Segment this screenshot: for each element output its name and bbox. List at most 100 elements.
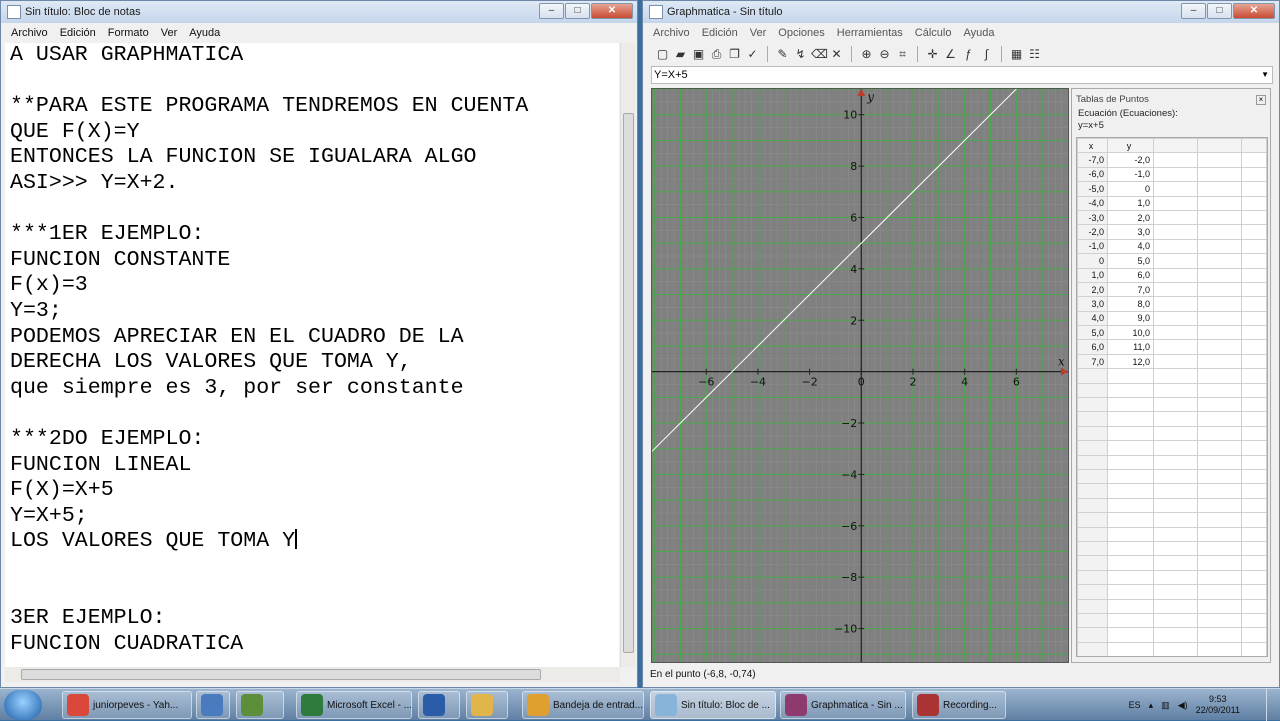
coordinate-cursor-icon[interactable]: ✛ <box>925 47 940 62</box>
graphmatica-menu-archivo[interactable]: Archivo <box>647 27 696 39</box>
table-row[interactable]: -5,0 0 <box>1077 181 1267 197</box>
table-points-icon[interactable]: ☷ <box>1027 47 1042 62</box>
minimize-button[interactable]: – <box>539 3 564 19</box>
graphmatica-menu-ayuda[interactable]: Ayuda <box>957 27 1000 39</box>
taskbar-item[interactable]: Recording... <box>912 691 1006 719</box>
taskbar-item[interactable]: juniorpeves - Yah... <box>62 691 192 719</box>
close-button[interactable]: ✕ <box>1233 3 1275 19</box>
taskbar-item[interactable]: Sin título: Bloc de ... <box>650 691 776 719</box>
scrollbar-thumb[interactable] <box>623 113 634 653</box>
clock[interactable]: 9:53 22/09/2011 <box>1196 694 1240 716</box>
table-row[interactable] <box>1077 425 1267 442</box>
maximize-button[interactable]: □ <box>1207 3 1232 19</box>
notepad-menu-edicion[interactable]: Edición <box>54 27 102 39</box>
table-row[interactable]: 2,0 7,0 <box>1077 281 1267 298</box>
table-row[interactable] <box>1077 368 1267 384</box>
check-icon[interactable]: ✓ <box>745 47 760 62</box>
table-row[interactable] <box>1077 641 1267 656</box>
chevron-down-icon[interactable]: ▼ <box>1261 67 1269 83</box>
table-row[interactable]: -3,0 2,0 <box>1077 209 1267 226</box>
save-icon[interactable]: ▣ <box>691 47 706 62</box>
taskbar-item[interactable]: Graphmatica - Sin ... <box>780 691 906 719</box>
close-button[interactable]: ✕ <box>591 3 633 19</box>
graphmatica-titlebar[interactable]: Graphmatica - Sin título – □ ✕ <box>643 1 1279 23</box>
grid-toggle-icon[interactable]: ▦ <box>1009 47 1024 62</box>
table-row[interactable]: -1,0 4,0 <box>1077 238 1267 255</box>
redraw-icon[interactable]: ↯ <box>793 47 808 62</box>
table-row[interactable] <box>1077 569 1267 586</box>
start-button[interactable] <box>4 690 42 720</box>
table-row[interactable]: -4,0 1,0 <box>1077 195 1267 211</box>
zoom-in-icon[interactable]: ⊕ <box>859 47 874 62</box>
taskbar-item[interactable]: Microsoft Excel - ... <box>296 691 412 719</box>
table-row[interactable]: -2,0 3,0 <box>1077 224 1267 240</box>
table-row[interactable]: 5,0 10,0 <box>1077 325 1267 341</box>
table-row[interactable] <box>1077 397 1267 413</box>
maximize-button[interactable]: □ <box>565 3 590 19</box>
graph-icon[interactable]: ✎ <box>775 47 790 62</box>
notepad-menu-ver[interactable]: Ver <box>155 27 184 39</box>
table-row[interactable]: 7,0 12,0 <box>1077 353 1267 370</box>
new-file-icon[interactable]: ▢ <box>655 47 670 62</box>
equation-input[interactable]: Y=X+5 ▼ <box>651 66 1273 84</box>
copy-icon[interactable]: ❐ <box>727 47 742 62</box>
taskbar-item[interactable] <box>236 691 284 719</box>
table-row[interactable] <box>1077 440 1267 456</box>
table-row[interactable] <box>1077 526 1267 542</box>
table-row[interactable] <box>1077 411 1267 427</box>
graphmatica-menu-edicion[interactable]: Edición <box>696 27 744 39</box>
language-indicator[interactable]: ES <box>1129 700 1141 710</box>
table-row[interactable] <box>1077 483 1267 499</box>
table-row[interactable] <box>1077 468 1267 485</box>
integral-icon[interactable]: ∫ <box>979 47 994 62</box>
tangent-icon[interactable]: ∠ <box>943 47 958 62</box>
table-row[interactable]: 1,0 6,0 <box>1077 267 1267 283</box>
taskbar-item[interactable] <box>466 691 508 719</box>
table-row[interactable] <box>1077 512 1267 528</box>
table-row[interactable]: 3,0 8,0 <box>1077 296 1267 312</box>
table-row[interactable] <box>1077 627 1267 643</box>
notepad-menu-ayuda[interactable]: Ayuda <box>183 27 226 39</box>
graphmatica-menu-herramientas[interactable]: Herramientas <box>831 27 909 39</box>
taskbar-item[interactable]: Bandeja de entrad... <box>522 691 644 719</box>
print-icon[interactable]: ⎙ <box>709 47 724 62</box>
open-folder-icon[interactable]: ▰ <box>673 47 688 62</box>
graph-plot-area[interactable]: −6 −4 −2 0 2 4 6 −10 −8 −6 −4 −2 2 4 6 8 10 x y <box>651 88 1069 663</box>
erase-graph-icon[interactable]: ⌫ <box>811 47 828 62</box>
table-row[interactable] <box>1077 382 1267 399</box>
horizontal-scrollbar[interactable] <box>5 667 620 682</box>
table-row[interactable] <box>1077 555 1267 571</box>
tray-arrow-icon[interactable]: ▴ <box>1149 700 1154 711</box>
table-row[interactable] <box>1077 584 1267 600</box>
taskbar-item[interactable] <box>196 691 230 719</box>
table-row[interactable] <box>1077 598 1267 614</box>
taskbar-item[interactable] <box>418 691 460 719</box>
vertical-scrollbar[interactable] <box>620 43 635 667</box>
graphmatica-menu-ver[interactable]: Ver <box>744 27 773 39</box>
table-row[interactable] <box>1077 454 1267 470</box>
zoom-out-icon[interactable]: ⊖ <box>877 47 892 62</box>
delete-icon[interactable]: ✕ <box>829 47 844 62</box>
table-row[interactable] <box>1077 497 1267 514</box>
table-row[interactable]: 0 5,0 <box>1077 253 1267 269</box>
notepad-menu-formato[interactable]: Formato <box>102 27 155 39</box>
network-tray-icon[interactable]: ▥ <box>1161 700 1170 711</box>
graphmatica-menu-calculo[interactable]: Cálculo <box>909 27 958 39</box>
table-row[interactable] <box>1077 612 1267 629</box>
derivative-icon[interactable]: ƒ <box>961 47 976 62</box>
table-row[interactable]: 6,0 11,0 <box>1077 339 1267 355</box>
table-row[interactable]: -7,0 -2,0 <box>1077 152 1267 168</box>
scrollbar-thumb[interactable] <box>21 669 541 680</box>
table-row[interactable]: -6,0 -1,0 <box>1077 166 1267 183</box>
notepad-text-area[interactable]: A USAR GRAPHMATICA **PARA ESTE PROGRAMA T… <box>5 43 619 667</box>
show-desktop-button[interactable] <box>1266 689 1280 721</box>
table-row[interactable]: 4,0 9,0 <box>1077 310 1267 327</box>
minimize-button[interactable]: – <box>1181 3 1206 19</box>
table-row[interactable] <box>1077 540 1267 557</box>
notepad-titlebar[interactable]: Sin título: Bloc de notas – □ ✕ <box>1 1 637 23</box>
graphmatica-menu-opciones[interactable]: Opciones <box>772 27 830 39</box>
close-icon[interactable]: × <box>1256 95 1266 105</box>
volume-icon[interactable]: ◀) <box>1178 700 1188 711</box>
notepad-menu-archivo[interactable]: Archivo <box>5 27 54 39</box>
fit-grid-icon[interactable]: ⌗ <box>895 47 910 62</box>
